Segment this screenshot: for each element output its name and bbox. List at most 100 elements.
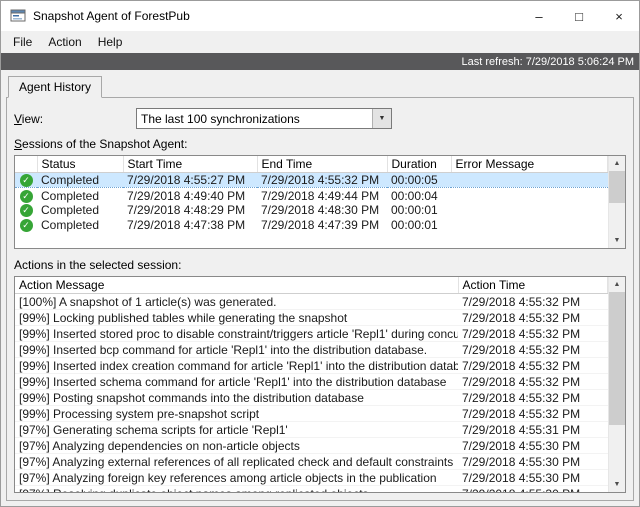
column-header-duration[interactable]: Duration: [387, 156, 451, 173]
view-dropdown[interactable]: The last 100 synchronizations ▼: [136, 108, 392, 129]
action-row[interactable]: [99%] Posting snapshot commands into the…: [15, 390, 608, 406]
action-time: 7/29/2018 4:55:32 PM: [458, 390, 608, 406]
session-duration: 00:00:05: [387, 173, 451, 188]
session-status: Completed: [37, 203, 123, 218]
session-duration: 00:00:01: [387, 203, 451, 218]
action-message: [97%] Analyzing dependencies on non-arti…: [15, 438, 458, 454]
session-start-time: 7/29/2018 4:48:29 PM: [123, 203, 257, 218]
minimize-button[interactable]: –: [519, 1, 559, 31]
status-success-icon: ✓: [20, 190, 33, 203]
action-time: 7/29/2018 4:55:32 PM: [458, 310, 608, 326]
action-time: 7/29/2018 4:55:30 PM: [458, 470, 608, 486]
maximize-button[interactable]: □: [559, 1, 599, 31]
action-time: 7/29/2018 4:55:32 PM: [458, 406, 608, 422]
session-error: [451, 188, 608, 203]
menu-file[interactable]: File: [5, 32, 40, 52]
scroll-up-icon[interactable]: ▲: [609, 277, 625, 292]
actions-table: Action Message Action Time [100%] A snap…: [14, 276, 626, 493]
actions-scrollbar[interactable]: ▲ ▼: [608, 277, 625, 492]
last-refresh-strip: Last refresh: 7/29/2018 5:06:24 PM: [1, 53, 639, 70]
action-time: 7/29/2018 4:55:30 PM: [458, 454, 608, 470]
action-message: [97%] Analyzing external references of a…: [15, 454, 458, 470]
column-header-start-time[interactable]: Start Time: [123, 156, 257, 173]
action-message: [99%] Inserted stored proc to disable co…: [15, 326, 458, 342]
status-success-icon: ✓: [20, 174, 33, 187]
session-duration: 00:00:04: [387, 188, 451, 203]
session-end-time: 7/29/2018 4:49:44 PM: [257, 188, 387, 203]
column-header-end-time[interactable]: End Time: [257, 156, 387, 173]
sessions-scrollbar[interactable]: ▲ ▼: [608, 156, 625, 248]
action-message: [97%] Resolving duplicate object names a…: [15, 486, 458, 494]
session-start-time: 7/29/2018 4:55:27 PM: [123, 173, 257, 188]
action-message: [97%] Analyzing foreign key references a…: [15, 470, 458, 486]
scroll-up-icon[interactable]: ▲: [609, 156, 625, 171]
session-end-time: 7/29/2018 4:48:30 PM: [257, 203, 387, 218]
window: Snapshot Agent of ForestPub – □ × File A…: [0, 0, 640, 507]
action-message: [97%] Generating schema scripts for arti…: [15, 422, 458, 438]
action-message: [99%] Locking published tables while gen…: [15, 310, 458, 326]
status-success-icon: ✓: [20, 219, 33, 232]
actions-scroll-thumb[interactable]: [609, 292, 625, 425]
session-end-time: 7/29/2018 4:47:39 PM: [257, 218, 387, 233]
session-start-time: 7/29/2018 4:49:40 PM: [123, 188, 257, 203]
action-row[interactable]: [99%] Inserted stored proc to disable co…: [15, 326, 608, 342]
session-status: Completed: [37, 188, 123, 203]
tab-agent-history[interactable]: Agent History: [8, 76, 102, 98]
action-message: [99%] Inserted schema command for articl…: [15, 374, 458, 390]
content-area: Agent History View: The last 100 synchro…: [1, 70, 639, 506]
sessions-label: Sessions of the Snapshot Agent:: [14, 137, 626, 151]
action-row[interactable]: [99%] Inserted schema command for articl…: [15, 374, 608, 390]
agent-history-panel: View: The last 100 synchronizations ▼ Se…: [6, 97, 634, 501]
actions-label: Actions in the selected session:: [14, 258, 626, 272]
action-row[interactable]: [99%] Processing system pre-snapshot scr…: [15, 406, 608, 422]
session-error: [451, 203, 608, 218]
session-error: [451, 173, 608, 188]
session-row[interactable]: ✓ Completed 7/29/2018 4:47:38 PM 7/29/20…: [15, 218, 608, 233]
view-row: View: The last 100 synchronizations ▼: [14, 108, 626, 129]
action-row[interactable]: [100%] A snapshot of 1 article(s) was ge…: [15, 294, 608, 310]
title-bar[interactable]: Snapshot Agent of ForestPub – □ ×: [1, 1, 639, 31]
action-time: 7/29/2018 4:55:32 PM: [458, 294, 608, 310]
column-header-error-message[interactable]: Error Message: [451, 156, 608, 173]
action-row[interactable]: [97%] Analyzing dependencies on non-arti…: [15, 438, 608, 454]
session-status: Completed: [37, 173, 123, 188]
column-header-status[interactable]: Status: [37, 156, 123, 173]
action-time: 7/29/2018 4:55:31 PM: [458, 422, 608, 438]
view-label: View:: [14, 112, 136, 126]
action-row[interactable]: [97%] Analyzing external references of a…: [15, 454, 608, 470]
action-row[interactable]: [97%] Generating schema scripts for arti…: [15, 422, 608, 438]
session-status: Completed: [37, 218, 123, 233]
action-row[interactable]: [97%] Resolving duplicate object names a…: [15, 486, 608, 494]
close-button[interactable]: ×: [599, 1, 639, 31]
action-row[interactable]: [99%] Inserted bcp command for article '…: [15, 342, 608, 358]
session-end-time: 7/29/2018 4:55:32 PM: [257, 173, 387, 188]
sessions-scroll-track[interactable]: [609, 171, 625, 233]
scroll-down-icon[interactable]: ▼: [609, 233, 625, 248]
action-row[interactable]: [99%] Locking published tables while gen…: [15, 310, 608, 326]
column-header-status-icon[interactable]: [15, 156, 37, 173]
chevron-down-icon[interactable]: ▼: [372, 109, 391, 128]
column-header-action-time[interactable]: Action Time: [458, 277, 608, 294]
scroll-down-icon[interactable]: ▼: [609, 477, 625, 492]
action-message: [99%] Processing system pre-snapshot scr…: [15, 406, 458, 422]
menu-bar: File Action Help: [1, 31, 639, 53]
session-row[interactable]: ✓ Completed 7/29/2018 4:48:29 PM 7/29/20…: [15, 203, 608, 218]
action-row[interactable]: [97%] Analyzing foreign key references a…: [15, 470, 608, 486]
actions-scroll-track[interactable]: [609, 292, 625, 477]
action-row[interactable]: [99%] Inserted index creation command fo…: [15, 358, 608, 374]
action-message: [99%] Posting snapshot commands into the…: [15, 390, 458, 406]
session-row[interactable]: ✓ Completed 7/29/2018 4:55:27 PM 7/29/20…: [15, 173, 608, 188]
action-message: [100%] A snapshot of 1 article(s) was ge…: [15, 294, 458, 310]
sessions-table: Status Start Time End Time Duration Erro…: [14, 155, 626, 249]
sessions-header-row: Status Start Time End Time Duration Erro…: [15, 156, 608, 173]
sessions-scroll-thumb[interactable]: [609, 171, 625, 203]
menu-help[interactable]: Help: [90, 32, 131, 52]
menu-action[interactable]: Action: [40, 32, 89, 52]
session-start-time: 7/29/2018 4:47:38 PM: [123, 218, 257, 233]
action-time: 7/29/2018 4:55:32 PM: [458, 342, 608, 358]
view-dropdown-value: The last 100 synchronizations: [137, 112, 372, 126]
session-row[interactable]: ✓ Completed 7/29/2018 4:49:40 PM 7/29/20…: [15, 188, 608, 203]
column-header-action-message[interactable]: Action Message: [15, 277, 458, 294]
action-time: 7/29/2018 4:55:30 PM: [458, 486, 608, 494]
tab-strip: Agent History: [6, 75, 634, 97]
